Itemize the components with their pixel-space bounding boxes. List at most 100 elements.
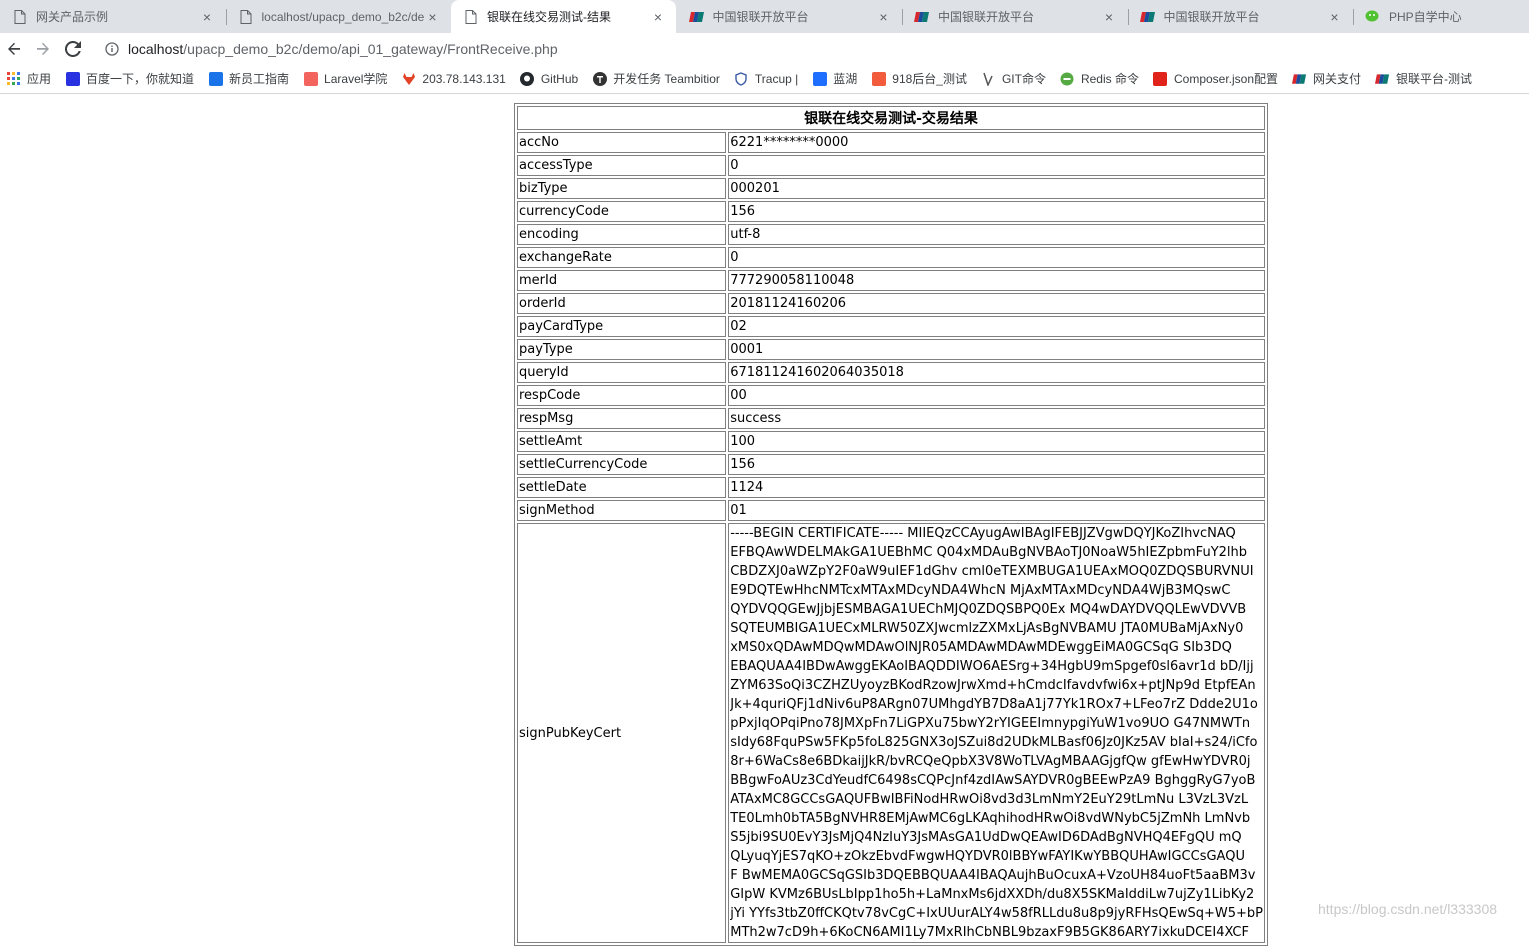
wechat-icon [1365,9,1381,25]
tab-close-icon[interactable]: × [1327,9,1343,25]
tab-3[interactable]: 中国银联开放平台 × [677,0,902,33]
field-value: 156 [728,454,1265,475]
bookmark-label: Laravel学院 [324,72,388,86]
tab-title: 网关产品示例 [36,10,109,24]
bookmark-item[interactable]: 百度一下，你就知道 [65,70,194,87]
bookmark-item[interactable]: 银联平台-测试 [1375,70,1472,87]
apps-grid-icon [6,71,21,86]
field-value: 1124 [728,477,1265,498]
page-content: 银联在线交易测试-交易结果 accNo 6221********0000 acces… [514,103,1268,946]
table-row: queryId 671811241602064035018 [517,362,1265,383]
cert-line: CBDZXJ0aWZpY2F0aW9uIEF1dGhv cml0eTEXMBUG… [730,564,1254,579]
tab-close-icon[interactable]: × [199,9,215,25]
bookmark-item[interactable]: 开发任务 Teambitior [592,70,720,87]
tab-5[interactable]: 中国银联开放平台 × [1128,0,1353,33]
bookmark-item[interactable]: 新员工指南 [208,70,289,87]
field-name: orderId [517,293,727,314]
bookmark-item[interactable]: 网关支付 [1292,70,1361,87]
bookmark-item[interactable]: 蓝湖 [812,70,857,87]
field-name: encoding [517,224,727,245]
reload-button[interactable] [62,38,84,60]
field-value: 02 [728,316,1265,337]
bookmark-item[interactable]: Composer.json配置 [1153,70,1278,87]
tab-close-icon[interactable]: × [650,9,666,25]
table-row: signMethod 01 [517,500,1265,521]
field-name: accessType [517,155,727,176]
cert-line: sIdy68FquPSw5FKp5foL825GNX3oJSZui8d2UDkM… [730,735,1258,750]
cert-line: GIpW KVMz6BUsLbIpp1ho5h+LaMnxMs6jdXXDh/d… [730,887,1255,902]
tab-close-icon[interactable]: × [1101,9,1117,25]
bookmark-label: Composer.json配置 [1173,72,1279,86]
table-row: respCode 00 [517,385,1265,406]
unionpay-icon [1292,71,1307,86]
cert-line: F BwMEMA0GCSqGSIb3DQEBBQUAA4IBAQAujhBuOc… [730,868,1256,883]
bookmark-label: Redis 命令 [1080,72,1139,86]
field-name: accNo [517,132,727,153]
page-icon [238,9,254,25]
git-branch-icon [981,71,996,86]
tab-2[interactable]: 银联在线交易测试-结果 × [451,0,676,33]
bookmark-item[interactable]: GitHub [520,71,578,86]
field-name: settleCurrencyCode [517,454,727,475]
field-value: 671811241602064035018 [728,362,1265,383]
tab-close-icon[interactable]: × [876,9,892,25]
address-bar[interactable]: localhost/upacp_demo_b2c/demo/api_01_gat… [95,35,1525,62]
bookmark-item[interactable]: GIT命令 [981,70,1046,87]
bookmark-item[interactable]: 应用 [6,70,51,87]
tab-separator [1127,9,1129,25]
field-name: signMethod [517,500,727,521]
tab-close-icon[interactable]: × [425,9,441,25]
back-arrow-icon [8,42,20,55]
field-name: bizType [517,178,727,199]
cert-line: EFBQAwWDELMAkGA1UEBhMC Q04xMDAuBgNVBAoTJ… [730,545,1248,560]
bookmark-item[interactable]: Laravel学院 [303,70,387,87]
field-name: merId [517,270,727,291]
bookmark-item[interactable]: 918后台_测试 [871,70,967,87]
cert-line: 8r+6WaCs8e6BDkaijJkR/bvRCQeQpbX3V8WoTLVA… [730,754,1251,769]
tab-title: 中国银联开放平台 [1163,10,1260,24]
tab-4[interactable]: 中国银联开放平台 × [902,0,1127,33]
field-value: utf-8 [728,224,1265,245]
field-name: payType [517,339,727,360]
918-icon [871,71,886,86]
result-table: 银联在线交易测试-交易结果 accNo 6221********0000 acces… [514,103,1268,946]
field-name: settleAmt [517,431,727,452]
page-icon [12,9,28,25]
table-row: bizType 000201 [517,178,1265,199]
forward-button[interactable] [32,38,54,60]
field-value: 00 [728,385,1265,406]
cert-line: ZYM63SoQi3CZHZUyoyzBKodRzowJrwXmd+hCmdcI… [730,678,1256,693]
bookmark-label: 蓝湖 [833,72,858,86]
tab-0[interactable]: 网关产品示例 × [0,0,225,33]
bookmarks-bar: 应用 百度一下，你就知道 新员工指南 Laravel学院 203.78.143.131 G… [0,64,1529,94]
field-name: settleDate [517,477,727,498]
field-value: 0 [728,247,1265,268]
lanhu-icon [812,71,827,86]
cert-line: xMS0xQDAwMDQwMDAwOlNJR05AMDAwMDAwMDEwggE… [730,640,1232,655]
unionpay-icon [688,9,705,25]
bookmark-label: 203.78.143.131 [422,71,506,86]
field-value: 0 [728,155,1265,176]
tab-title: PHP自学中心 [1389,10,1462,24]
tab-1[interactable]: localhost/upacp_demo_b2c/de × [226,0,451,33]
field-name: currencyCode [517,201,727,222]
bookmark-item[interactable]: Tracup | [734,71,798,86]
gitlab-fox-icon [401,71,416,86]
unionpay-icon [1375,71,1390,86]
back-button[interactable] [3,38,25,60]
field-value: 01 [728,500,1265,521]
bookmark-label: 网关支付 [1313,72,1362,86]
tab-6[interactable]: PHP自学中心× [1353,0,1529,33]
table-row: respMsg success [517,408,1265,429]
field-name: exchangeRate [517,247,727,268]
composer-c-icon [1153,71,1168,86]
bookmark-item[interactable]: 203.78.143.131 [401,71,506,86]
baidu-paw-icon [65,71,80,86]
bookmark-item[interactable]: Redis 命令 [1060,70,1139,87]
cert-line: EBAQUAA4IBDwAwggEKAoIBAQDDIWO6AESrg+34Hg… [730,659,1254,674]
table-row: encoding utf-8 [517,224,1265,245]
tab-title: localhost/upacp_demo_b2c/de [261,9,425,24]
table-row: accessType 0 [517,155,1265,176]
bookmark-label: 918后台_测试 [892,72,967,86]
table-row: exchangeRate 0 [517,247,1265,268]
